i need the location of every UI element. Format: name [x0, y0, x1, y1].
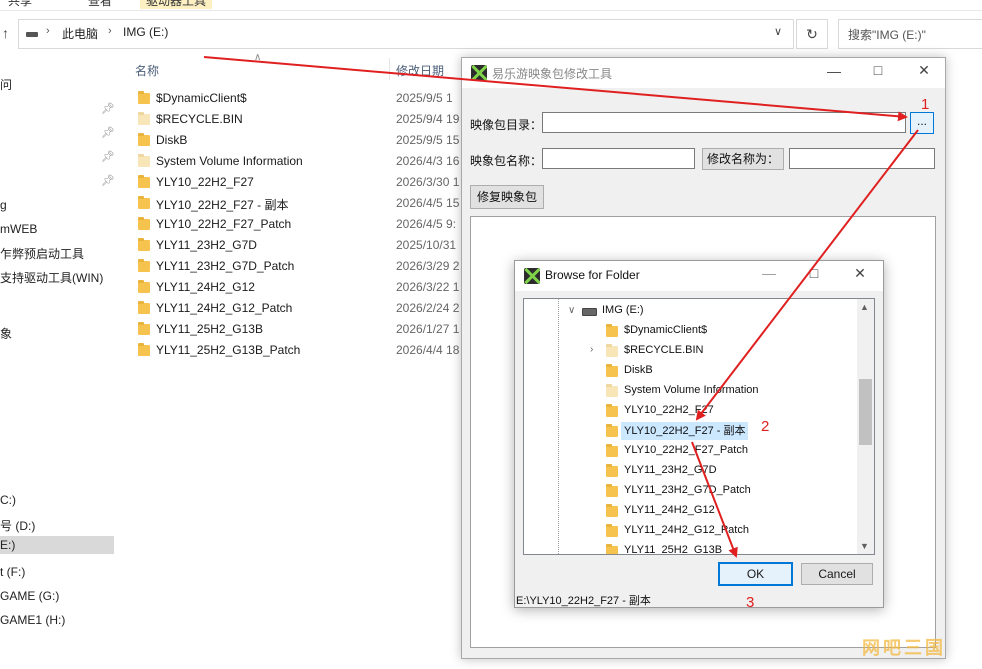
annotation-arrow-1	[203, 56, 908, 122]
step-2-label: 2	[761, 418, 770, 435]
site-watermark: 网吧三国	[862, 638, 946, 658]
annotation-arrow-3	[691, 441, 738, 558]
annotation-arrow-2	[695, 129, 919, 421]
step-3-label: 3	[746, 594, 755, 611]
annotation-arrows	[203, 56, 919, 558]
step-1-label: 1	[921, 96, 930, 113]
